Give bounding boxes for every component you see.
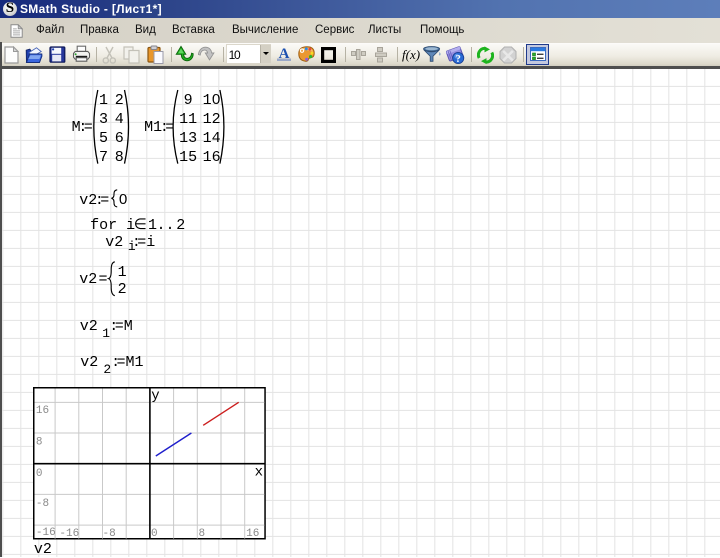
svg-text:-8: -8 bbox=[102, 528, 115, 540]
svg-text:8: 8 bbox=[36, 436, 43, 448]
svg-text:y: y bbox=[151, 388, 159, 404]
svg-text:-8: -8 bbox=[36, 497, 49, 509]
svg-text:0: 0 bbox=[151, 528, 158, 540]
svg-text:8: 8 bbox=[198, 528, 205, 540]
svg-text:0: 0 bbox=[36, 468, 43, 480]
svg-text:16: 16 bbox=[246, 528, 259, 540]
svg-text:x: x bbox=[254, 464, 262, 480]
svg-text:16: 16 bbox=[36, 405, 49, 417]
svg-text:-16: -16 bbox=[36, 527, 56, 539]
svg-text:?: ? bbox=[456, 54, 461, 65]
svg-text:-16: -16 bbox=[59, 528, 79, 540]
